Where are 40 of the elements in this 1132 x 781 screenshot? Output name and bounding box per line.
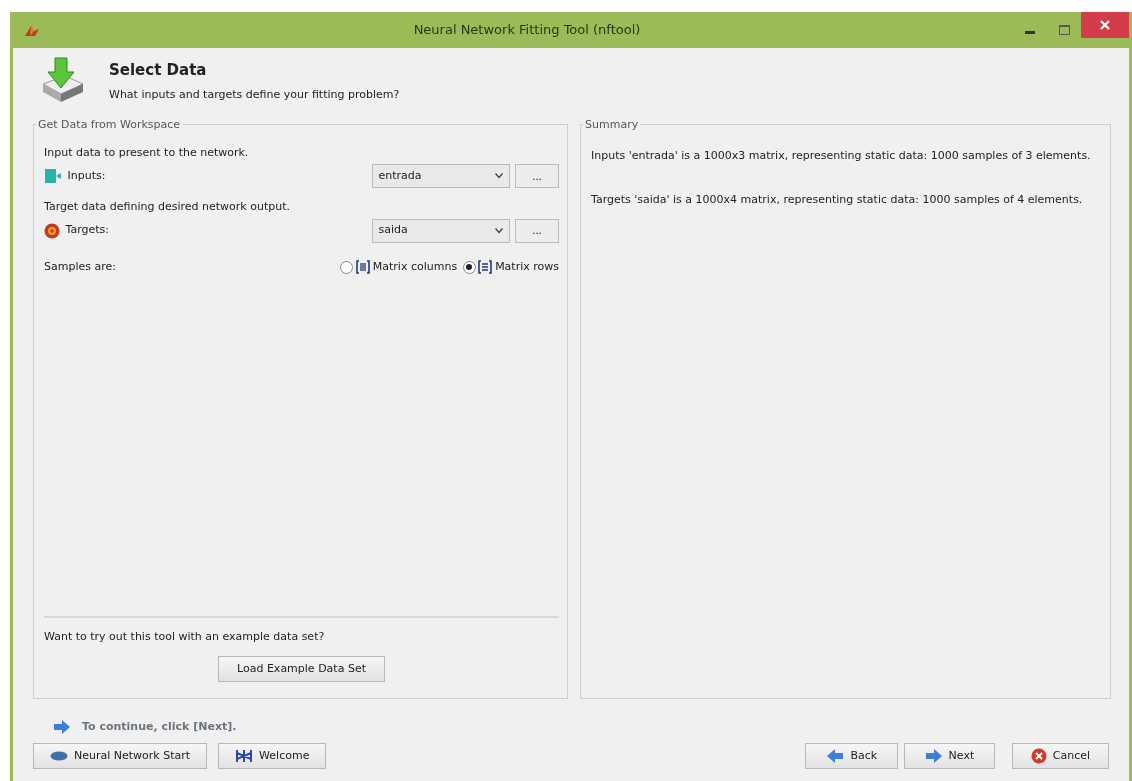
dropdown-field[interactable]: saida (371, 218, 510, 243)
matrix-rows-icon (478, 260, 493, 275)
cancel-icon (1030, 748, 1047, 764)
radio-label: Matrix columns (372, 259, 458, 275)
input-icon (44, 168, 62, 185)
matrix-columns-icon (356, 260, 370, 275)
welcome-button[interactable]: Welcome (218, 743, 327, 769)
browse-button[interactable]: ... (515, 218, 559, 243)
instruction-text: To continue, click [Next]. (82, 718, 237, 735)
samples-label: Samples are: (44, 259, 117, 275)
target-icon (44, 222, 60, 239)
caret-icon (494, 227, 503, 234)
close-button[interactable] (1081, 12, 1129, 38)
example-prompt: Want to try out this tool with an example data set? (44, 628, 326, 645)
maximize-icon (1058, 25, 1070, 35)
next-button[interactable]: Next (903, 743, 996, 769)
back-button[interactable]: Back (805, 743, 899, 769)
arrow-left-icon (826, 748, 845, 764)
arrow-right-icon (53, 718, 71, 735)
field-hint: Input data to present to the network. (44, 145, 250, 161)
start-button[interactable]: Neural Network Start (33, 743, 208, 769)
arrow-right-icon (924, 748, 943, 764)
page-title: Select Data (109, 59, 208, 81)
field-label: Targets: (65, 222, 110, 239)
network-icon (235, 749, 254, 763)
radio-button[interactable] (340, 260, 354, 274)
browse-button[interactable]: ... (515, 164, 559, 189)
radio-button[interactable] (462, 260, 476, 274)
page-subtitle: What inputs and targets define your fitting problem? (109, 86, 400, 103)
caret-icon (494, 173, 503, 180)
summary-text: Inputs 'entrada' is a 1000x3 matrix, representing static data: 1000 samples of 3 elements. (591, 147, 1092, 164)
radio-label: Matrix rows (495, 259, 559, 275)
cancel-button[interactable]: Cancel (1011, 743, 1109, 769)
load-example-button[interactable]: Load Example Data Set (218, 656, 385, 682)
window-title: Neural Network Fitting Tool (nftool) (412, 21, 642, 40)
summary-text: Targets 'saida' is a 1000x4 matrix, representing static data: 1000 samples of 4 elements. (591, 191, 1084, 208)
close-icon (1100, 20, 1110, 30)
dropdown-field[interactable]: entrada (371, 164, 510, 189)
field-label: Inputs: (67, 168, 107, 184)
field-hint: Target data defining desired network output. (44, 199, 291, 216)
